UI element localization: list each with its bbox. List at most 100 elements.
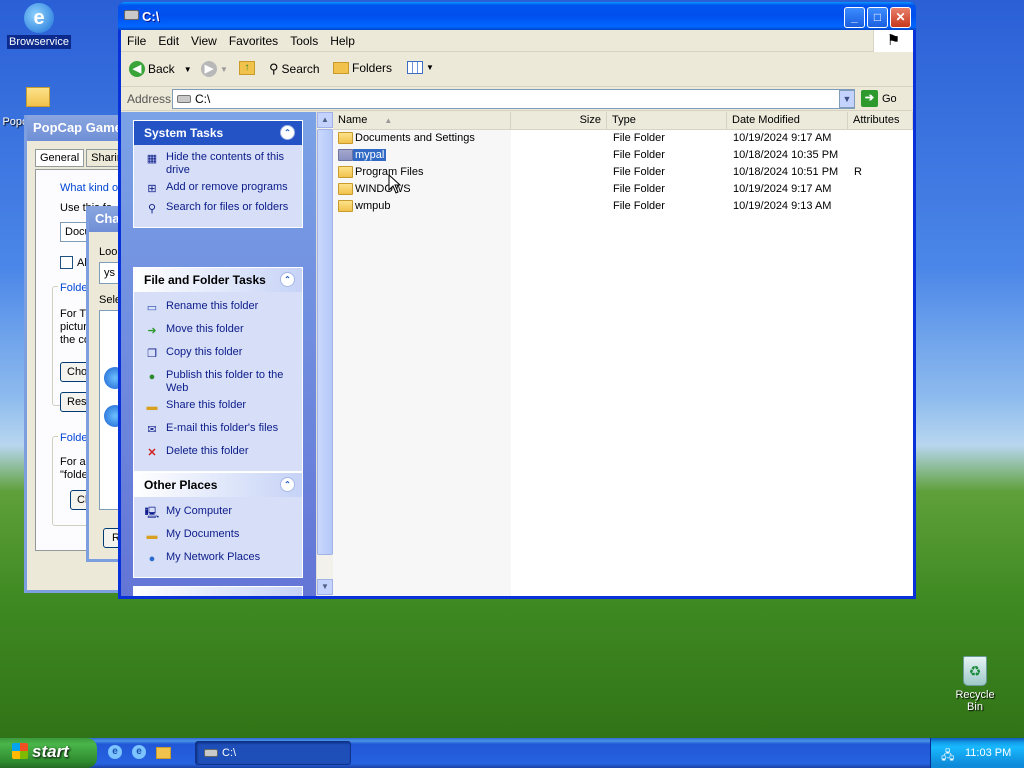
hide-icon: ▦ — [146, 153, 158, 165]
folder-icon — [338, 132, 353, 144]
file-row[interactable]: Documents and Settings File Folder 10/19… — [333, 130, 913, 147]
task-email-files[interactable]: ✉ E-mail this folder's files — [144, 422, 294, 438]
address-input[interactable]: C:\ — [172, 89, 855, 109]
back-button[interactable]: ◀ Back ▼ — [129, 61, 192, 77]
search-button[interactable]: ⚲ Search — [269, 61, 320, 77]
menu-tools[interactable]: Tools — [284, 30, 324, 52]
checkbox-box — [60, 256, 73, 269]
back-arrow-icon: ◀ — [129, 61, 145, 77]
menu-edit[interactable]: Edit — [152, 30, 185, 52]
column-type[interactable]: Type — [607, 112, 727, 130]
scroll-down-button[interactable]: ▼ — [317, 579, 333, 595]
chevron-down-icon: ▼ — [183, 64, 192, 74]
up-folder-icon: ↑ — [239, 61, 255, 75]
panel-body: ▭ Rename this folder ➜ Move this folder ❐ C… — [134, 292, 302, 471]
place-my-documents[interactable]: ▬ My Documents — [144, 528, 294, 544]
task-rename-folder[interactable]: ▭ Rename this folder — [144, 300, 294, 316]
task-move-folder[interactable]: ➜ Move this folder — [144, 323, 294, 339]
forward-arrow-icon: ▶ — [201, 61, 217, 77]
views-icon — [407, 61, 423, 74]
task-share-folder[interactable]: ▬ Share this folder — [144, 399, 294, 415]
forward-button[interactable]: ▶ ▼ — [201, 61, 228, 77]
taskbar-button-explorer[interactable]: C:\ — [195, 741, 351, 765]
desktop-icon-recycle-bin[interactable]: ♻ Recycle Bin — [944, 656, 1006, 714]
column-date-modified[interactable]: Date Modified — [727, 112, 848, 130]
window-title: C:\ — [142, 9, 160, 24]
task-label: C:\ — [222, 747, 237, 759]
documents-icon: ▬ — [146, 530, 158, 542]
task-pane-scrollbar[interactable]: ▲ ▼ — [316, 112, 333, 596]
file-row[interactable]: wmpub File Folder 10/19/2024 9:13 AM — [333, 198, 913, 215]
place-my-computer[interactable]: 🖳 My Computer — [144, 505, 294, 521]
column-name[interactable]: Name ▲ — [333, 112, 511, 130]
email-icon: ✉ — [147, 424, 157, 436]
recycle-bin-icon: ♻ — [963, 656, 987, 686]
menu-file[interactable]: File — [121, 30, 152, 52]
menu-view[interactable]: View — [185, 30, 223, 52]
desktop-icon-label: Recycle Bin — [955, 689, 995, 713]
task-hide-contents[interactable]: ▦ Hide the contents of this drive — [144, 151, 294, 177]
back-label: Back — [148, 62, 175, 76]
task-copy-folder[interactable]: ❐ Copy this folder — [144, 346, 294, 362]
menu-help[interactable]: Help — [324, 30, 361, 52]
place-label: My Network Places — [166, 551, 261, 563]
folders-icon — [333, 62, 349, 74]
file-row-selected[interactable]: mypal File Folder 10/18/2024 10:35 PM — [333, 147, 913, 164]
collapse-chevron-icon[interactable]: ⌃ — [280, 125, 295, 140]
network-icon: ● — [148, 553, 156, 565]
quicklaunch-ie-icon[interactable]: e — [132, 745, 146, 759]
column-size[interactable]: Size — [511, 112, 607, 130]
scroll-thumb[interactable] — [317, 129, 333, 555]
search-icon: ⚲ — [147, 203, 157, 215]
network-tray-icon[interactable]: 🖧 — [941, 746, 954, 767]
up-folder-button[interactable]: ↑ — [239, 61, 255, 75]
start-button[interactable]: start — [0, 738, 97, 768]
file-row[interactable]: WINDOWS File Folder 10/19/2024 9:17 AM — [333, 181, 913, 198]
panel-title: System Tasks — [144, 126, 224, 140]
views-button[interactable]: ▼ — [407, 61, 434, 74]
clock[interactable]: 11:03 PM — [965, 747, 1011, 759]
sort-ascending-icon: ▲ — [384, 116, 393, 125]
title-bar[interactable]: C:\ _ □ ✕ — [118, 2, 916, 30]
folder-icon — [338, 200, 353, 212]
other-places-header[interactable]: Other Places ⌃ — [134, 473, 302, 497]
explorer-window[interactable]: C:\ _ □ ✕ File Edit View Favorites Tools Help… — [118, 2, 916, 599]
maximize-button[interactable]: □ — [867, 7, 888, 28]
scroll-up-button[interactable]: ▲ — [317, 112, 333, 128]
collapse-chevron-icon[interactable]: ⌃ — [280, 477, 295, 492]
task-label: Copy this folder — [166, 346, 243, 358]
address-dropdown-button[interactable]: ▼ — [839, 90, 855, 108]
details-header[interactable] — [134, 587, 302, 596]
place-my-network[interactable]: ● My Network Places — [144, 551, 294, 567]
file-list[interactable]: Name ▲ Size Type Date Modified Attribute… — [333, 112, 913, 596]
tab-general[interactable]: General — [35, 149, 85, 167]
quicklaunch-browser-icon[interactable]: e — [108, 745, 122, 759]
quicklaunch-explorer-icon[interactable] — [156, 747, 171, 759]
close-button[interactable]: ✕ — [890, 7, 911, 28]
menu-favorites[interactable]: Favorites — [223, 30, 284, 52]
address-label: Address — [127, 92, 172, 106]
task-publish-web[interactable]: ● Publish this folder to the Web — [144, 369, 294, 395]
task-search-files[interactable]: ⚲ Search for files or folders — [144, 201, 294, 217]
copy-icon: ❐ — [147, 348, 157, 360]
taskbar: start e e C:\ 🖧 11:03 PM — [0, 738, 1024, 768]
folders-button[interactable]: Folders — [333, 61, 392, 75]
task-delete-folder[interactable]: ✕ Delete this folder — [144, 445, 294, 461]
task-label: Hide the contents of this drive — [166, 151, 285, 176]
minimize-button[interactable]: _ — [844, 7, 865, 28]
go-button[interactable]: ➔ Go — [861, 90, 897, 107]
file-folder-tasks-header[interactable]: File and Folder Tasks ⌃ — [134, 268, 302, 292]
column-attributes[interactable]: Attributes — [848, 112, 913, 130]
folder-icon — [26, 87, 50, 107]
task-add-remove-programs[interactable]: ⊞ Add or remove programs — [144, 181, 294, 197]
file-name: Documents and Settings — [355, 132, 475, 144]
chevron-down-icon: ▼ — [426, 63, 434, 72]
task-label: Search for files or folders — [166, 201, 289, 213]
system-tasks-header[interactable]: System Tasks ⌃ — [134, 121, 302, 145]
file-row[interactable]: Program Files File Folder 10/18/2024 10:… — [333, 164, 913, 181]
column-label: Type — [612, 114, 636, 126]
mouse-cursor-icon — [388, 173, 402, 197]
desktop-icon-browservice[interactable]: e Browservice — [6, 3, 72, 49]
file-type: File Folder — [613, 200, 665, 212]
collapse-chevron-icon[interactable]: ⌃ — [280, 272, 295, 287]
